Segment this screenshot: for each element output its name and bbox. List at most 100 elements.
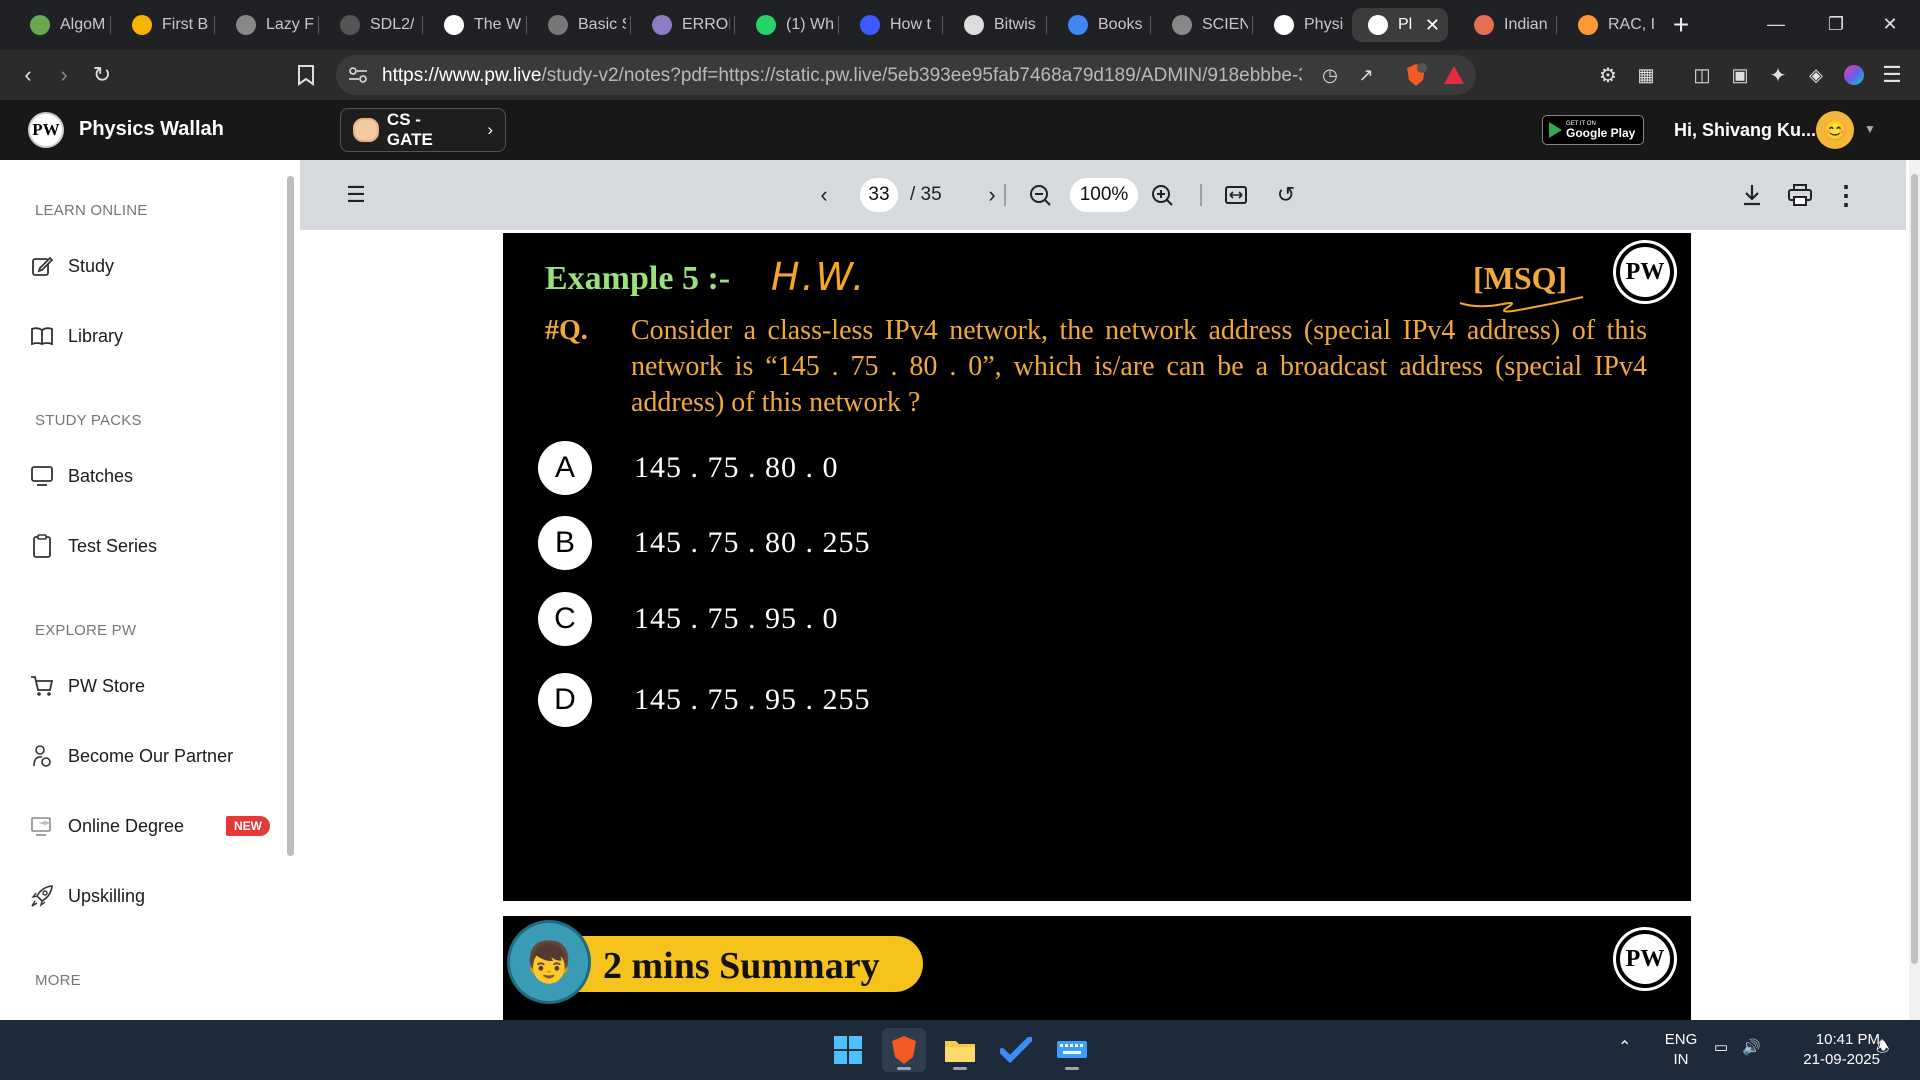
browser-tab[interactable]: AlgoM xyxy=(14,8,106,42)
todo-app-icon[interactable] xyxy=(994,1028,1038,1072)
whatsapp-icon xyxy=(756,15,776,35)
indian-icon xyxy=(1474,15,1494,35)
gplay-big-text: Google Play xyxy=(1566,126,1636,140)
sidebar-item-label: Study xyxy=(68,255,115,276)
option-text: 145 . 75 . 80 . 0 xyxy=(634,451,839,484)
question-number: #Q. xyxy=(545,315,588,346)
prev-page-button[interactable]: ‹ xyxy=(808,179,840,211)
sidebar-item-batches[interactable]: Batches xyxy=(30,456,270,496)
user-greeting[interactable]: Hi, Shivang Ku... xyxy=(1674,120,1816,141)
browser-tab[interactable]: First B xyxy=(116,8,210,42)
browser-tab[interactable]: Physic xyxy=(1258,8,1344,42)
tab-separator xyxy=(1150,16,1151,34)
brave-rewards-icon[interactable] xyxy=(1442,63,1466,87)
sidebar-item-partner[interactable]: Become Our Partner xyxy=(30,736,270,776)
fit-width-icon[interactable] xyxy=(1220,179,1252,211)
site-settings-icon[interactable] xyxy=(346,63,370,87)
url-domain: https://www.pw.live xyxy=(382,65,542,86)
brand-name[interactable]: Physics Wallah xyxy=(79,118,224,141)
option-b: B 145 . 75 . 80 . 255 xyxy=(538,516,871,570)
avatar[interactable]: 😊 xyxy=(1816,111,1854,149)
browser-tab[interactable]: How t xyxy=(844,8,938,42)
reader-mode-icon[interactable]: ▦ xyxy=(1630,59,1662,91)
volume-icon[interactable]: 🔊 xyxy=(1742,1038,1761,1058)
profile-icon[interactable] xyxy=(1838,59,1870,91)
more-options-icon[interactable]: ⋮ xyxy=(1830,179,1862,211)
running-indicator xyxy=(1065,1067,1079,1070)
tab-separator xyxy=(1252,16,1253,34)
sidebar-toggle-icon[interactable]: ◫ xyxy=(1686,59,1718,91)
tab-separator xyxy=(838,16,839,34)
zoom-in-icon[interactable] xyxy=(1146,179,1178,211)
sidebar-item-label: Library xyxy=(68,325,124,346)
browser-tab[interactable]: Indian xyxy=(1458,8,1554,42)
notification-bell-icon[interactable]: 🕭 xyxy=(1876,1038,1889,1058)
extensions-icon[interactable]: ⚙ xyxy=(1592,59,1624,91)
option-d: D 145 . 75 . 95 . 255 xyxy=(538,673,871,727)
back-button[interactable]: ‹ xyxy=(12,59,44,91)
menu-icon[interactable]: ☰ xyxy=(1876,59,1908,91)
scrollbar-thumb[interactable] xyxy=(1911,174,1918,964)
windows-start-icon[interactable] xyxy=(826,1028,870,1072)
pw-icon xyxy=(1368,15,1388,35)
tab-label: (1) Wh xyxy=(786,16,834,33)
vpn-icon[interactable]: ◈ xyxy=(1800,59,1832,91)
zoom-level[interactable]: 100% xyxy=(1070,178,1138,212)
browser-tab[interactable]: Lazy F xyxy=(220,8,314,42)
new-tab-button[interactable]: + xyxy=(1664,8,1698,42)
batch-selector[interactable]: CS - GATE › xyxy=(340,108,506,152)
google-play-button[interactable]: GET IT ON Google Play xyxy=(1542,115,1644,145)
share-icon[interactable]: ↗ xyxy=(1354,63,1378,87)
leo-ai-icon[interactable]: ✦ xyxy=(1762,59,1794,91)
tab-separator xyxy=(422,16,423,34)
history-icon[interactable]: ◷ xyxy=(1318,63,1342,87)
sidebar-item-library[interactable]: Library xyxy=(30,316,270,356)
forward-button[interactable]: › xyxy=(48,59,80,91)
file-explorer-icon[interactable] xyxy=(938,1028,982,1072)
language-indicator[interactable]: ENG IN xyxy=(1660,1030,1702,1070)
chevron-up-icon[interactable]: ⌃ xyxy=(1618,1038,1631,1058)
browser-tab[interactable]: SCIEN xyxy=(1156,8,1248,42)
keyboard-app-icon[interactable] xyxy=(1050,1028,1094,1072)
browser-tab[interactable]: Bitwis xyxy=(948,8,1042,42)
chevron-down-icon[interactable]: ▼ xyxy=(1864,122,1876,136)
sidebar-item-test-series[interactable]: Test Series xyxy=(30,526,270,566)
pdf-menu-icon[interactable]: ☰ xyxy=(340,179,372,211)
sidebar-item-pw-store[interactable]: PW Store xyxy=(30,666,270,706)
browser-tab[interactable]: Basic S xyxy=(532,8,626,42)
close-window-button[interactable]: ✕ xyxy=(1860,0,1920,48)
sidebar-item-online-degree[interactable]: Online Degree NEW xyxy=(30,806,270,846)
wallet-icon[interactable]: ▣ xyxy=(1724,59,1756,91)
reload-button[interactable]: ↻ xyxy=(86,59,118,91)
browser-tab[interactable]: Books xyxy=(1052,8,1146,42)
tab-separator xyxy=(110,16,111,34)
sidebar-scrollbar[interactable] xyxy=(287,176,294,856)
tab-label: First B xyxy=(162,16,209,33)
tab-label: Lazy F xyxy=(266,16,314,33)
browser-tab[interactable]: Pl ✕ xyxy=(1352,8,1448,42)
restore-button[interactable]: ❐ xyxy=(1806,0,1866,48)
sidebar-item-upskilling[interactable]: Upskilling xyxy=(30,876,270,916)
minimize-button[interactable]: — xyxy=(1746,0,1806,48)
browser-tab[interactable]: SDL2/ xyxy=(324,8,418,42)
clock[interactable]: 10:41 PM 21-09-2025 xyxy=(1780,1030,1880,1070)
pw-logo[interactable]: PW xyxy=(28,112,64,148)
network-icon[interactable]: ▭ xyxy=(1714,1038,1728,1058)
rotate-icon[interactable]: ↺ xyxy=(1270,179,1302,211)
print-icon[interactable] xyxy=(1784,179,1816,211)
download-icon[interactable] xyxy=(1736,179,1768,211)
browser-tab[interactable]: The W xyxy=(428,8,522,42)
bookmark-icon[interactable] xyxy=(290,59,322,91)
page-number-input[interactable]: 33 xyxy=(860,178,898,212)
pdf-viewer: ☰ ‹ 33 / 35 › 100% ↺ ⋮ Example 5 :- H.W.… xyxy=(298,160,1920,1020)
browser-tab[interactable]: ERROI xyxy=(636,8,730,42)
tab-close-icon[interactable]: ✕ xyxy=(1425,15,1440,36)
sidebar-item-study[interactable]: Study xyxy=(30,246,270,286)
address-bar[interactable]: https://www.pw.live/study-v2/notes?pdf=h… xyxy=(336,55,1476,95)
brave-browser-taskbar-icon[interactable] xyxy=(882,1028,926,1072)
zoom-out-icon[interactable] xyxy=(1024,179,1056,211)
pdf-scrollbar[interactable] xyxy=(1909,160,1920,1020)
browser-tab[interactable]: (1) Wh xyxy=(740,8,834,42)
brave-shields-icon[interactable] xyxy=(1404,63,1428,87)
browser-tab[interactable]: RAC, I xyxy=(1562,8,1656,42)
